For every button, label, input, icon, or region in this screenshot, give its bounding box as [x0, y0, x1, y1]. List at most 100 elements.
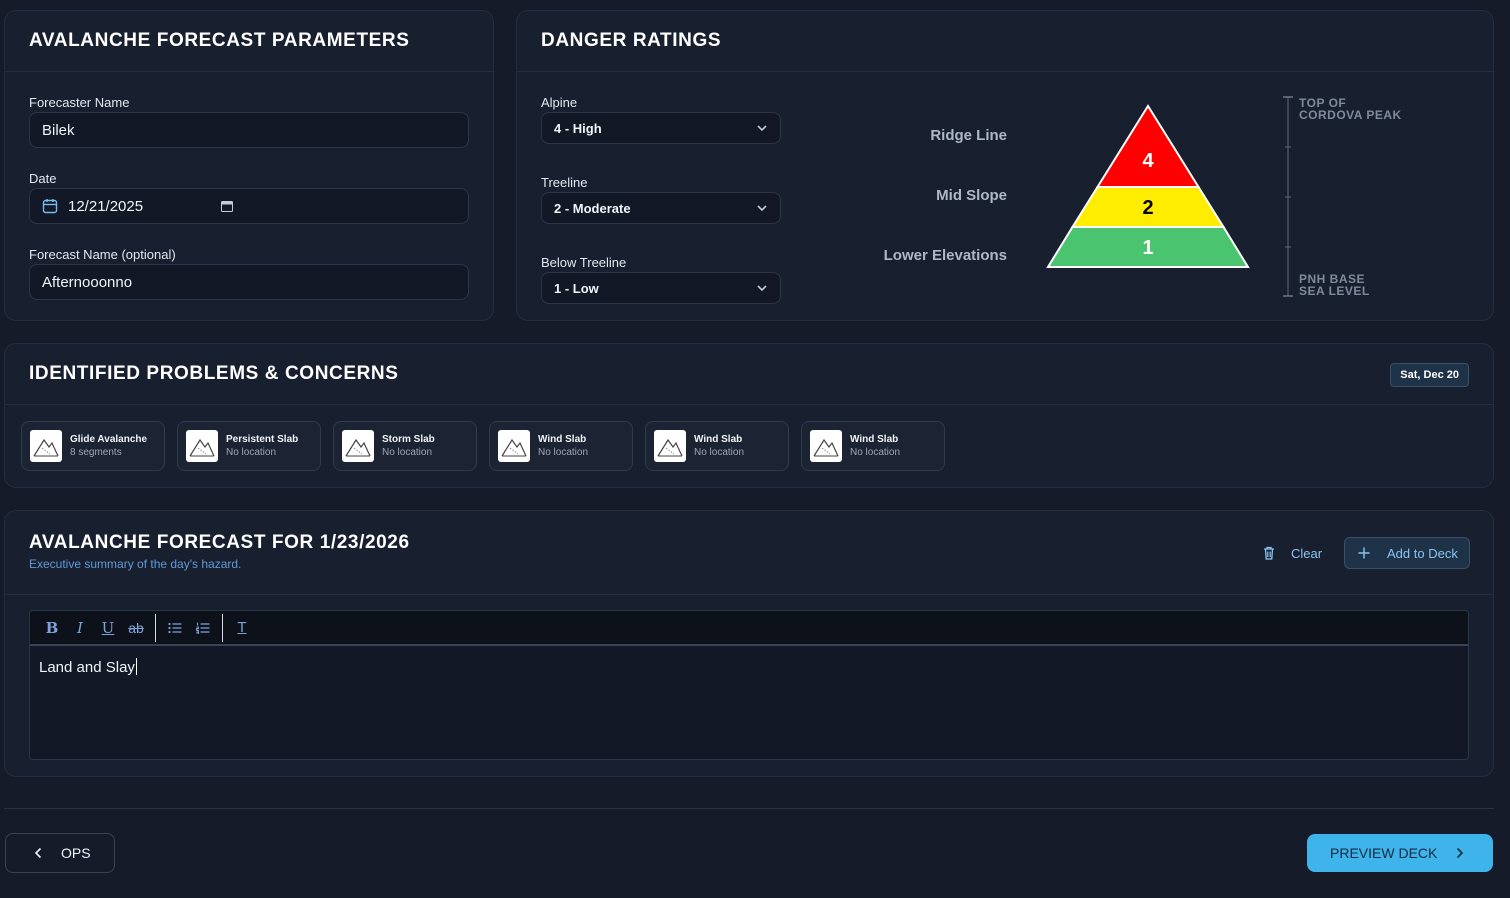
back-button-label: OPS [61, 845, 91, 861]
bullet-list-button[interactable] [161, 614, 189, 642]
problem-thumbnail [342, 430, 374, 462]
treeline-selected-value: 2 - Moderate [554, 200, 631, 216]
toolbar-separator [222, 613, 223, 642]
add-to-deck-button[interactable]: Add to Deck [1344, 537, 1470, 569]
problem-chip[interactable]: Storm Slab No location [333, 421, 477, 471]
date-label: Date [29, 171, 57, 186]
clear-button[interactable]: Clear [1261, 543, 1322, 563]
problem-thumbnail [186, 430, 218, 462]
forecast-parameters-card: AVALANCHE FORECAST PARAMETERS Forecaster… [4, 10, 494, 321]
clear-label: Clear [1291, 545, 1323, 561]
scale-top-line2: CORDOVA PEAK [1299, 108, 1402, 122]
danger-ratings-card: DANGER RATINGS Alpine 4 - High Treeline … [516, 10, 1494, 321]
problem-chip-text: Glide Avalanche 8 segments [70, 434, 147, 458]
problem-chip-text: Wind Slab No location [538, 434, 588, 458]
zone-label-mid-slope: Mid Slope [936, 187, 1007, 204]
elevation-scale [1283, 96, 1293, 297]
problem-chip-text: Wind Slab No location [850, 434, 900, 458]
editor-content: Land and Slay [39, 659, 135, 676]
summary-title: AVALANCHE FORECAST FOR 1/23/2026 [29, 532, 410, 553]
below-treeline-selected-value: 1 - Low [554, 280, 599, 296]
problem-chip[interactable]: Wind Slab No location [645, 421, 789, 471]
danger-ratings-header: DANGER RATINGS [517, 11, 1493, 72]
problem-location: No location [226, 447, 277, 458]
problem-chip-text: Storm Slab No location [382, 434, 435, 458]
forecast-name-value: Afternooonno [42, 273, 133, 291]
problem-name: Wind Slab [850, 434, 899, 445]
alpine-select[interactable]: 4 - High [541, 112, 781, 144]
problem-name: Glide Avalanche [70, 434, 148, 445]
problems-date-badge: Sat, Dec 20 [1390, 363, 1469, 387]
forecaster-name-input[interactable]: Bilek [29, 112, 469, 148]
pyramid-rating-lower-elevations: 1 [1142, 237, 1153, 259]
problem-thumbnail [30, 430, 62, 462]
problem-chip[interactable]: Wind Slab No location [801, 421, 945, 471]
summary-subtitle: Executive summary of the day's hazard. [29, 557, 242, 571]
underline-button[interactable]: U [94, 614, 122, 642]
danger-pyramid: 4 2 1 [1046, 104, 1250, 268]
problem-name: Wind Slab [694, 434, 743, 445]
problem-name: Storm Slab [382, 434, 435, 445]
chevron-down-icon [757, 285, 767, 292]
avalanche-problem-icon [33, 438, 59, 457]
date-picker-icon[interactable] [221, 200, 234, 212]
chevron-down-icon [757, 205, 767, 212]
chevron-right-icon [1457, 847, 1464, 859]
below-treeline-select[interactable]: 1 - Low [541, 272, 781, 304]
problem-chip-text: Wind Slab No location [694, 434, 744, 458]
chevron-left-icon [34, 847, 42, 859]
italic-button[interactable]: I [66, 614, 94, 642]
problem-chip-text: Persistent Slab No location [226, 434, 298, 458]
toolbar-separator [155, 613, 156, 642]
back-button[interactable]: OPS [5, 833, 115, 873]
chevron-down-icon [757, 125, 767, 132]
pyramid-tier-ridge-line [1095, 104, 1201, 188]
danger-ratings-title: DANGER RATINGS [541, 30, 722, 51]
problem-chip[interactable]: Glide Avalanche 8 segments [21, 421, 165, 471]
problem-name: Wind Slab [538, 434, 587, 445]
plus-icon [1358, 547, 1370, 559]
summary-editor[interactable]: Land and Slay [29, 646, 1469, 760]
problem-thumbnail [654, 430, 686, 462]
text-caret [135, 658, 137, 675]
avalanche-problem-icon [345, 438, 371, 457]
problem-chip[interactable]: Wind Slab No location [489, 421, 633, 471]
scale-top-label: TOP OF CORDOVA PEAK [1299, 97, 1402, 121]
bullet-list-icon [168, 622, 182, 633]
avalanche-problem-icon [189, 438, 215, 457]
summary-card: AVALANCHE FORECAST FOR 1/23/2026 Executi… [4, 510, 1494, 777]
date-value: 12/21/2025 [68, 197, 144, 215]
strikethrough-button[interactable]: ab [122, 614, 150, 642]
forecast-parameters-title: AVALANCHE FORECAST PARAMETERS [29, 30, 410, 51]
forecast-name-input[interactable]: Afternooonno [29, 264, 469, 300]
calendar-icon [42, 199, 58, 214]
zone-label-lower-elevations: Lower Elevations [883, 247, 1007, 264]
alpine-label: Alpine [541, 95, 578, 110]
add-to-deck-label: Add to Deck [1387, 545, 1458, 561]
forecaster-name-label: Forecaster Name [29, 95, 130, 110]
zone-label-ridge-line: Ridge Line [930, 127, 1007, 144]
scale-bottom-label: PNH BASE SEA LEVEL [1299, 273, 1370, 297]
pyramid-rating-ridge-line: 4 [1142, 150, 1154, 172]
problem-name: Persistent Slab [226, 434, 299, 445]
below-treeline-label: Below Treeline [541, 255, 627, 270]
date-input[interactable]: 12/21/2025 [29, 188, 469, 224]
numbered-list-icon [196, 622, 210, 634]
problems-card: IDENTIFIED PROBLEMS & CONCERNS Sat, Dec … [4, 343, 1494, 488]
problem-location: 8 segments [70, 447, 122, 458]
problem-location: No location [382, 447, 433, 458]
problems-header: IDENTIFIED PROBLEMS & CONCERNS [5, 344, 1493, 405]
forecaster-name-value: Bilek [42, 121, 75, 139]
clear-formatting-button[interactable]: T [228, 614, 256, 642]
treeline-select[interactable]: 2 - Moderate [541, 192, 781, 224]
bold-button[interactable]: B [38, 614, 66, 642]
preview-deck-label: PREVIEW DECK [1330, 845, 1438, 861]
preview-deck-button[interactable]: PREVIEW DECK [1307, 834, 1493, 872]
numbered-list-button[interactable] [189, 614, 217, 642]
summary-header: AVALANCHE FORECAST FOR 1/23/2026 Executi… [5, 511, 1493, 595]
problem-chip[interactable]: Persistent Slab No location [177, 421, 321, 471]
problem-location: No location [850, 447, 901, 458]
problems-title: IDENTIFIED PROBLEMS & CONCERNS [29, 363, 399, 384]
alpine-selected-value: 4 - High [554, 120, 602, 136]
problem-location: No location [694, 447, 745, 458]
